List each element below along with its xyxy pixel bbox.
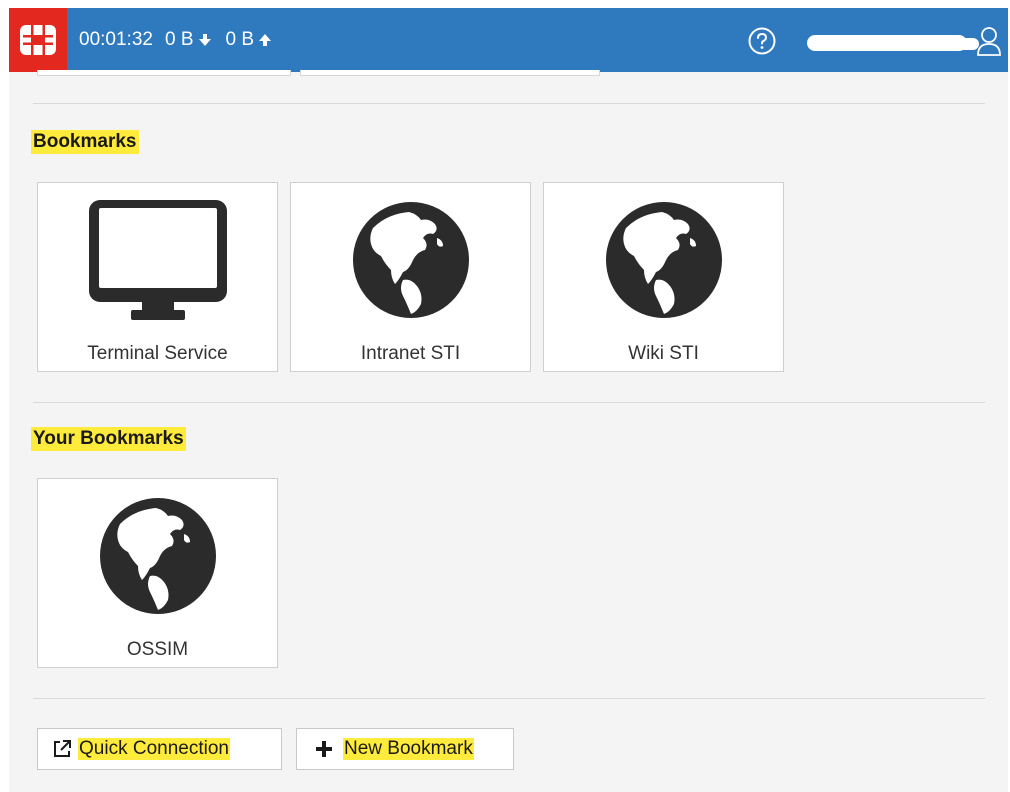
session-timer: 00:01:32 bbox=[79, 29, 153, 50]
user-icon[interactable] bbox=[975, 25, 1003, 57]
download-amount: 0 B bbox=[164, 29, 194, 50]
quick-connection-label: Quick Connection bbox=[78, 738, 230, 760]
upload-amount: 0 B bbox=[225, 29, 255, 50]
top-bar: 00:01:32 0 B 0 B bbox=[9, 8, 1008, 72]
external-link-icon bbox=[52, 739, 72, 759]
bookmark-card-terminal-service[interactable]: Terminal Service bbox=[37, 182, 278, 372]
quick-connection-button[interactable]: Quick Connection bbox=[37, 728, 282, 770]
globe-icon bbox=[544, 197, 783, 322]
bookmark-label: Terminal Service bbox=[87, 343, 228, 364]
upload-stat: 0 B bbox=[226, 29, 273, 51]
bookmark-card-intranet-sti[interactable]: Intranet STI bbox=[290, 182, 531, 372]
new-bookmark-button[interactable]: New Bookmark bbox=[296, 728, 514, 770]
divider-top bbox=[33, 103, 985, 104]
globe-icon bbox=[291, 197, 530, 322]
bookmarks-heading: Bookmarks bbox=[31, 130, 139, 154]
session-stats: 00:01:32 0 B 0 B bbox=[79, 8, 272, 72]
monitor-icon bbox=[38, 197, 277, 322]
arrow-up-icon bbox=[258, 33, 272, 47]
bookmark-label: OSSIM bbox=[126, 639, 189, 660]
partial-card-left bbox=[37, 70, 291, 76]
page: 00:01:32 0 B 0 B Bookmarks Terminal Serv… bbox=[0, 0, 1010, 792]
new-bookmark-label: New Bookmark bbox=[343, 738, 474, 760]
redacted-username bbox=[807, 35, 967, 51]
partial-card-right bbox=[300, 70, 600, 76]
bookmark-card-wiki-sti[interactable]: Wiki STI bbox=[543, 182, 784, 372]
download-stat: 0 B bbox=[165, 29, 212, 51]
help-circle-icon[interactable] bbox=[747, 26, 777, 56]
plus-icon bbox=[315, 740, 333, 758]
bookmark-label: Intranet STI bbox=[360, 343, 461, 364]
fortinet-logo-icon[interactable] bbox=[9, 8, 67, 72]
divider-middle bbox=[33, 402, 985, 403]
divider-bottom bbox=[33, 698, 985, 699]
bookmark-card-ossim[interactable]: OSSIM bbox=[37, 478, 278, 668]
arrow-down-icon bbox=[198, 33, 212, 47]
content-panel: Bookmarks Terminal Service Intranet STI … bbox=[9, 70, 1008, 792]
bookmark-label: Wiki STI bbox=[628, 343, 699, 364]
your-bookmarks-heading: Your Bookmarks bbox=[31, 427, 186, 451]
user-menu[interactable] bbox=[807, 25, 1007, 57]
globe-icon bbox=[38, 493, 277, 618]
